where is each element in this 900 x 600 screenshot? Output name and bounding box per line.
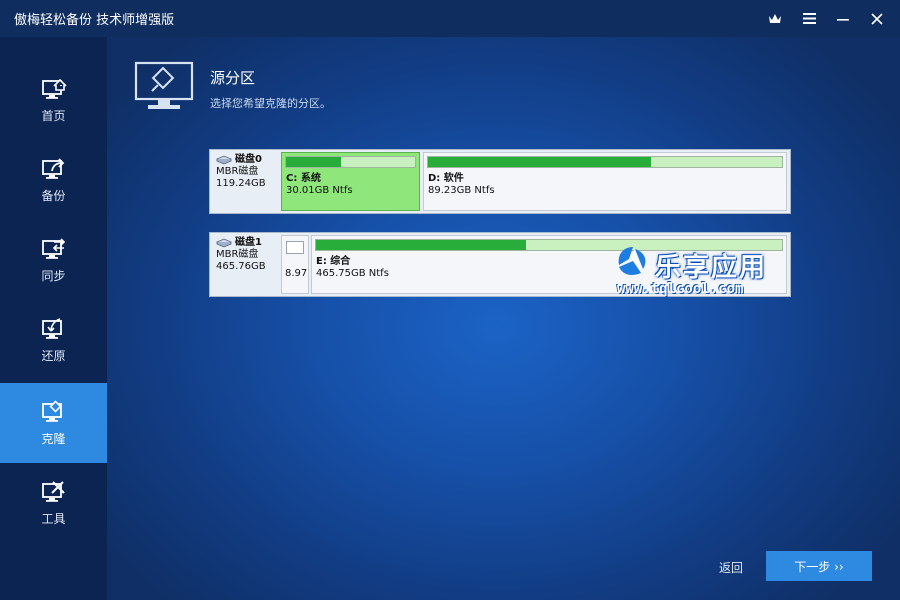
title-bar: 傲梅轻松备份 技术师增强版: [0, 0, 900, 37]
sidebar-item-sync[interactable]: 同步: [0, 220, 107, 300]
sidebar-item-label: 还原: [41, 348, 66, 363]
disk-type: MBR磁盘: [216, 249, 259, 260]
watermark: 乐享应用 www.tqlcool.com: [609, 243, 793, 301]
page-subtitle: 选择您希望克隆的分区。: [210, 97, 331, 110]
main-panel: 源分区 选择您希望克隆的分区。 磁盘0 MBR磁盘 119.24GB C: 系统…: [107, 37, 900, 600]
sidebar-item-restore[interactable]: 还原: [0, 300, 107, 380]
source-partition-icon: [134, 61, 194, 109]
disk-row-0: 磁盘0 MBR磁盘 119.24GB C: 系统 30.01GB Ntfs D:…: [209, 149, 791, 214]
home-icon: [41, 78, 67, 99]
next-button[interactable]: 下一步 ››: [766, 551, 872, 581]
minimize-icon[interactable]: [826, 4, 860, 34]
partition-d[interactable]: D: 软件 89.23GB Ntfs: [423, 152, 787, 211]
partition-label: E: 综合: [316, 256, 351, 267]
watermark-text: 乐享应用: [655, 253, 768, 283]
close-icon[interactable]: [860, 4, 894, 34]
partition-label: C: 系统: [286, 173, 321, 184]
partition-size: 89.23GB Ntfs: [428, 185, 495, 196]
sidebar-item-label: 工具: [41, 511, 66, 526]
partition-size: 30.01GB Ntfs: [286, 185, 353, 196]
sidebar-item-label: 首页: [41, 108, 66, 123]
sidebar-item-label: 克隆: [41, 431, 66, 446]
sync-icon: [41, 237, 65, 259]
disk-info: 磁盘0 MBR磁盘 119.24GB: [210, 150, 278, 213]
partition-size: 465.75GB Ntfs: [316, 268, 389, 279]
menu-icon[interactable]: [792, 4, 826, 34]
app-title: 傲梅轻松备份 技术师增强版: [14, 13, 175, 28]
window-controls: [758, 0, 894, 37]
sidebar-item-label: 备份: [41, 188, 66, 203]
disk-icon: [216, 238, 232, 248]
tools-icon: [41, 480, 65, 502]
partition-small[interactable]: 8.97: [281, 235, 309, 294]
back-button[interactable]: 返回: [719, 559, 743, 576]
usage-bar: [285, 156, 416, 168]
disk-info: 磁盘1 MBR磁盘 465.76GB: [210, 233, 278, 296]
partition-c[interactable]: C: 系统 30.01GB Ntfs: [281, 152, 420, 211]
watermark-url: www.tqlcool.com: [617, 281, 744, 297]
sidebar-item-clone[interactable]: 克隆: [0, 383, 107, 463]
backup-icon: [41, 157, 64, 179]
usage-bar: [427, 156, 783, 168]
disk-name: 磁盘1: [216, 237, 278, 249]
sidebar-item-tools[interactable]: 工具: [0, 463, 107, 543]
disk-icon: [216, 155, 232, 165]
clone-icon: [41, 399, 62, 422]
sidebar-item-label: 同步: [41, 268, 66, 283]
disk-size: 119.24GB: [216, 178, 266, 189]
page-title: 源分区: [210, 69, 256, 87]
restore-icon: [41, 317, 62, 339]
disk-size: 465.76GB: [216, 261, 266, 272]
sidebar-item-backup[interactable]: 备份: [0, 140, 107, 220]
sidebar: 首页 备份 同步 还原 克隆 工具: [0, 37, 107, 600]
watermark-logo-icon: [618, 247, 646, 275]
partition-size: 8.97: [285, 268, 308, 279]
partition-bar: [286, 241, 304, 254]
disk-name: 磁盘0: [216, 154, 278, 166]
crown-icon[interactable]: [758, 4, 792, 34]
sidebar-item-home[interactable]: 首页: [0, 60, 107, 140]
disk-type: MBR磁盘: [216, 166, 259, 177]
partition-label: D: 软件: [428, 173, 464, 184]
